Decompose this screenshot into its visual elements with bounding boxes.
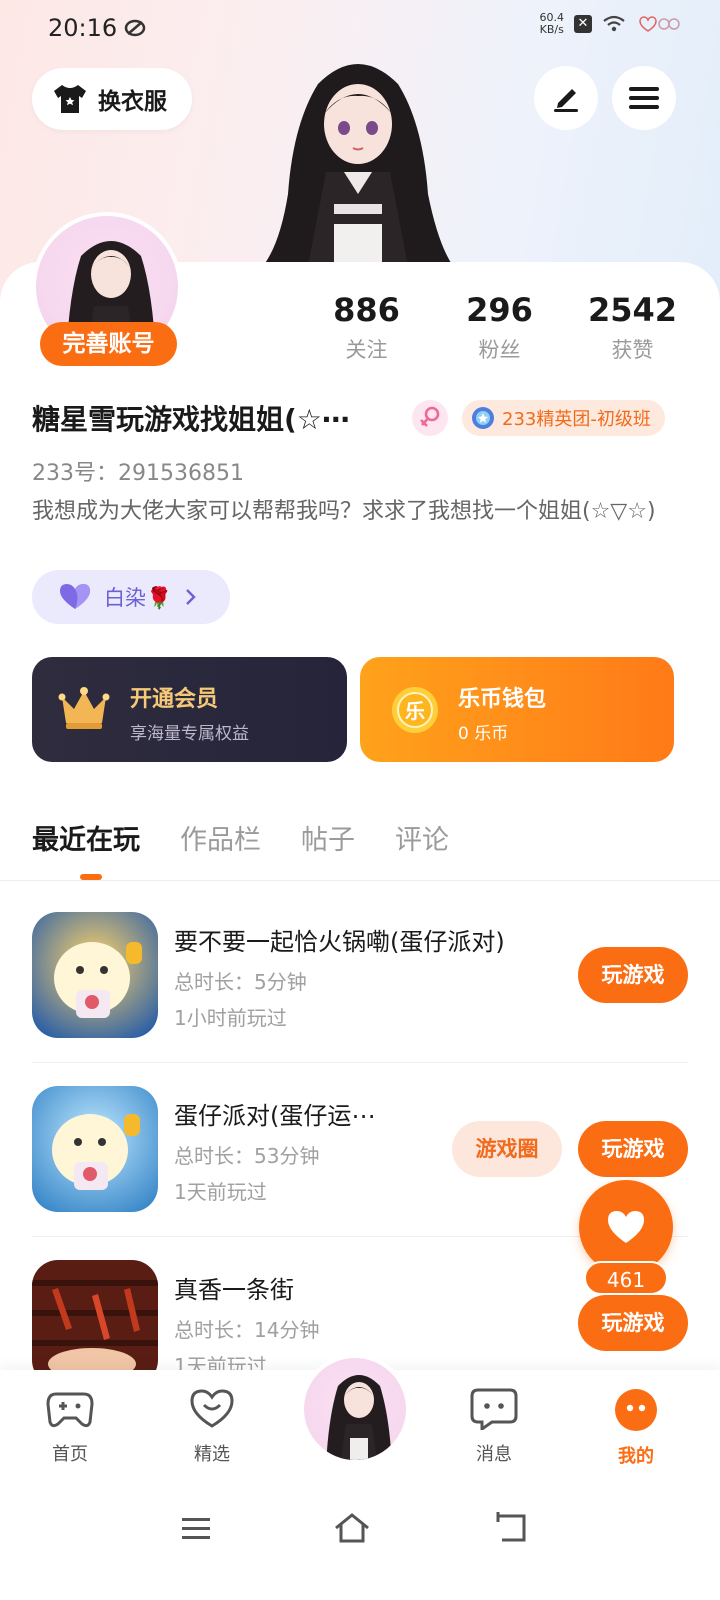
guild-pill[interactable]: 白染🌹	[32, 570, 230, 624]
nav-home[interactable]: 首页	[20, 1388, 120, 1466]
game-duration: 总时长：14分钟	[174, 1318, 320, 1342]
game-title: 真香一条街	[174, 1276, 294, 1304]
net-speed: 60.4 KB/s	[539, 11, 565, 36]
hamburger-menu-icon	[629, 87, 659, 109]
game-last-played: 1天前玩过	[174, 1180, 267, 1204]
row-divider	[32, 1062, 688, 1063]
complete-account-button[interactable]: 完善账号	[40, 322, 177, 366]
nav-label: 我的	[618, 1446, 654, 1467]
system-navigation-bar	[0, 1490, 720, 1600]
profile-stats: 886 关注 296 粉丝 2542 获赞	[300, 290, 700, 364]
nav-featured[interactable]: 精选	[162, 1388, 262, 1466]
game-icon	[32, 1260, 158, 1386]
like-count: 461	[584, 1261, 668, 1295]
tab-comments[interactable]: 评论	[395, 818, 449, 857]
game-title: 蛋仔派对(蛋仔运⋯	[174, 1102, 376, 1130]
coin-glyph: 乐	[405, 699, 425, 723]
play-game-button[interactable]: 玩游戏	[578, 947, 688, 1003]
status-bar: 20:16 60.4 KB/s ✕	[0, 0, 720, 56]
game-last-played: 1小时前玩过	[174, 1006, 287, 1030]
change-outfit-button[interactable]: 换衣服	[32, 68, 192, 130]
tab-works[interactable]: 作品栏	[180, 818, 261, 857]
recent-apps-icon[interactable]	[176, 1508, 216, 1548]
nav-label: 消息	[476, 1444, 512, 1465]
wifi-icon	[603, 15, 625, 32]
like-button[interactable]	[579, 1180, 673, 1274]
level-medal-icon	[472, 407, 494, 429]
avatar-character-figure[interactable]	[258, 54, 458, 266]
crown-icon	[58, 687, 110, 729]
user-bio: 我想成为大佬大家可以帮帮我吗？求求了我想找一个姐姐(☆▽☆)	[32, 499, 656, 524]
tabs-divider	[0, 880, 720, 881]
game-icon	[32, 912, 158, 1038]
vip-subtitle: 享海量专属权益	[130, 724, 249, 744]
status-indicators: 60.4 KB/s ✕	[540, 12, 681, 36]
heart-icon	[608, 1211, 644, 1243]
game-duration: 总时长：5分钟	[174, 970, 307, 994]
game-icon	[32, 1086, 158, 1212]
heart-outline-icon	[190, 1389, 234, 1428]
back-icon[interactable]	[490, 1508, 530, 1548]
nav-label: 首页	[52, 1444, 88, 1465]
gamepad-icon	[46, 1392, 94, 1428]
stat-label: 关注	[345, 338, 388, 362]
edit-profile-button[interactable]	[534, 66, 598, 130]
home-icon[interactable]	[332, 1508, 372, 1548]
username: 糖星雪玩游戏找姐姐(☆⋯	[32, 403, 350, 436]
wallet-card[interactable]: 乐 乐币钱包 0 乐币	[360, 657, 674, 762]
stat-followers[interactable]: 296 粉丝	[433, 290, 566, 364]
stat-label: 获赞	[611, 338, 654, 362]
purple-heart-icon	[60, 584, 90, 609]
stat-value: 296	[466, 291, 533, 329]
message-icon	[470, 1388, 518, 1432]
stat-value: 2542	[587, 291, 678, 329]
play-game-button[interactable]: 玩游戏	[578, 1121, 688, 1177]
wallet-balance: 0 乐币	[458, 724, 509, 744]
play-game-button[interactable]: 玩游戏	[578, 1295, 688, 1351]
tab-recent-play[interactable]: 最近在玩	[32, 818, 140, 857]
nav-label: 精选	[194, 1444, 230, 1465]
level-badge[interactable]: 233精英团-初级班	[462, 400, 665, 436]
game-duration: 总时长：53分钟	[174, 1144, 320, 1168]
menu-button[interactable]	[612, 66, 676, 130]
level-badge-label: 233精英团-初级班	[502, 409, 651, 430]
stat-value: 886	[333, 291, 400, 329]
game-title: 要不要一起恰火锅嘞(蛋仔派对)	[174, 928, 505, 956]
wallet-title: 乐币钱包	[458, 687, 547, 712]
no-sim-icon: ✕	[574, 15, 592, 33]
tab-posts[interactable]: 帖子	[301, 818, 355, 857]
chevron-right-icon	[186, 589, 196, 605]
notification-icons	[639, 16, 680, 32]
tshirt-icon	[54, 85, 86, 113]
nav-avatar-center[interactable]	[300, 1354, 410, 1464]
nav-me[interactable]: 我的	[586, 1388, 686, 1468]
sync-icon	[124, 19, 146, 37]
profile-tabs: 最近在玩 作品栏 帖子 评论	[32, 818, 449, 857]
profile-face-icon	[615, 1389, 657, 1431]
coin-icon: 乐	[392, 687, 438, 733]
stat-following[interactable]: 886 关注	[300, 290, 433, 364]
stat-label: 粉丝	[478, 338, 521, 362]
status-time: 20:16	[48, 14, 118, 42]
nav-messages[interactable]: 消息	[444, 1388, 544, 1466]
edit-pen-icon	[554, 89, 578, 112]
user-id: 233号：291536851	[32, 461, 244, 486]
vip-membership-card[interactable]: 开通会员 享海量专属权益	[32, 657, 347, 762]
change-outfit-label: 换衣服	[98, 89, 167, 115]
stat-likes[interactable]: 2542 获赞	[566, 290, 699, 364]
guild-name: 白染🌹	[104, 586, 173, 610]
game-row[interactable]: 要不要一起恰火锅嘞(蛋仔派对) 总时长：5分钟 1小时前玩过 玩游戏	[32, 912, 688, 1052]
game-circle-button[interactable]: 游戏圈	[452, 1121, 562, 1177]
vip-title: 开通会员	[130, 687, 219, 712]
female-gender-icon	[412, 400, 448, 436]
